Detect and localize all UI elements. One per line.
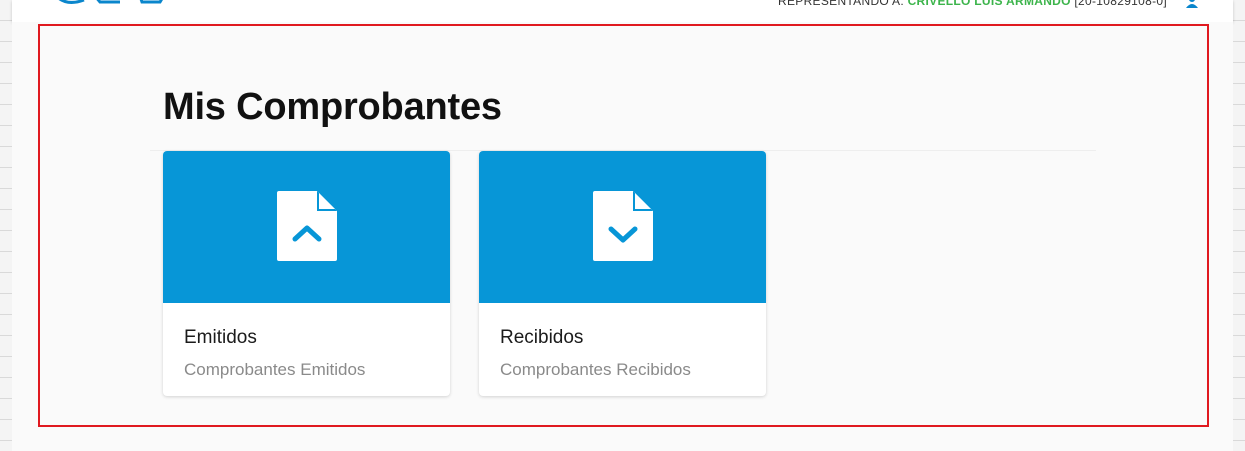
card-media — [163, 151, 450, 303]
document-download-icon — [593, 191, 653, 261]
card-recibidos[interactable]: Recibidos Comprobantes Recibidos — [479, 151, 766, 396]
representing-info: REPRESENTANDO A: CRIVELLO LUIS ARMANDO [… — [778, 0, 1167, 8]
card-media — [479, 151, 766, 303]
card-emitidos[interactable]: Emitidos Comprobantes Emitidos — [163, 151, 450, 396]
card-title: Recibidos — [500, 327, 584, 348]
card-subtitle: Comprobantes Recibidos — [500, 360, 691, 379]
document-upload-icon — [277, 191, 337, 261]
top-bar: REPRESENTANDO A: CRIVELLO LUIS ARMANDO [… — [12, 0, 1233, 22]
representing-label: REPRESENTANDO A: — [778, 0, 904, 8]
card-subtitle: Comprobantes Emitidos — [184, 360, 366, 379]
user-icon[interactable] — [1185, 0, 1199, 8]
representing-name: CRIVELLO LUIS ARMANDO — [907, 0, 1071, 8]
app-window: REPRESENTANDO A: CRIVELLO LUIS ARMANDO [… — [0, 0, 1245, 451]
card-title: Emitidos — [184, 327, 257, 348]
representing-cuit: [20-10829108-0] — [1074, 0, 1167, 8]
page-title: Mis Comprobantes — [163, 86, 502, 128]
afip-logo — [58, 0, 163, 4]
